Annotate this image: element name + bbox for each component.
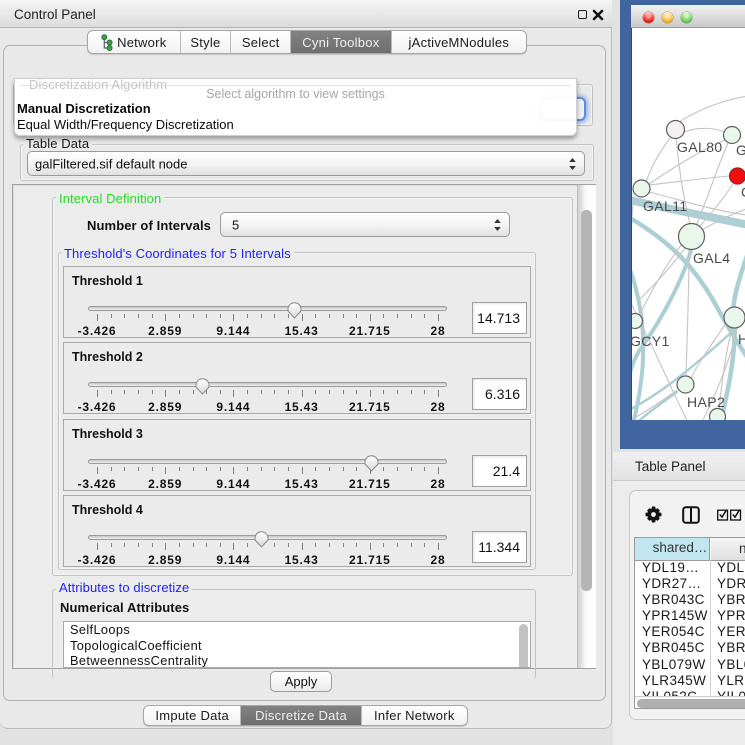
svg-text:GAL80: GAL80 <box>677 139 723 155</box>
svg-text:HAP2: HAP2 <box>687 394 725 410</box>
svg-text:G: G <box>736 142 745 158</box>
svg-text:GAL4: GAL4 <box>693 250 730 266</box>
svg-text:C: C <box>741 184 745 200</box>
svg-text:GCY1: GCY1 <box>632 333 670 349</box>
svg-text:GAL11: GAL11 <box>643 198 688 214</box>
svg-text:H: H <box>738 331 745 347</box>
